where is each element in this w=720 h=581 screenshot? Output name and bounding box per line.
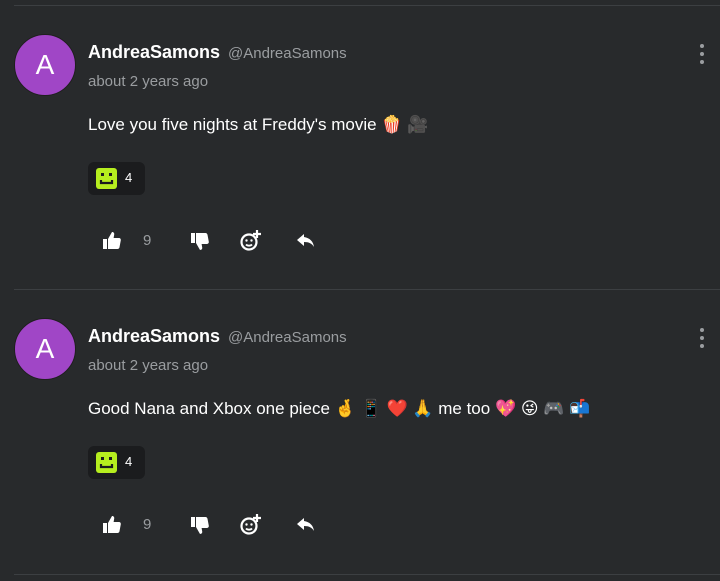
comment-text: Good Nana and Xbox one piece 🤞 📱 ❤️ 🙏 me… [88,399,591,418]
action-bar: 9 [100,229,330,259]
reaction-chip[interactable]: 4 [88,446,145,479]
square-smiley-icon [96,452,117,473]
add-reaction-icon[interactable] [238,513,262,537]
avatar[interactable]: A [14,318,76,380]
thumbs-up-icon[interactable] [100,513,124,537]
square-smiley-icon [96,168,117,189]
thumbs-up-icon[interactable] [100,229,124,253]
author-name[interactable]: AndreaSamons [88,42,220,63]
timestamp: about 2 years ago [88,357,209,374]
like-count: 9 [143,232,152,249]
reaction-count: 4 [125,454,133,469]
bottom-divider [14,574,720,575]
reply-icon[interactable] [294,229,318,253]
reaction-count: 4 [125,170,133,185]
comment-text: Love you five nights at Freddy's movie 🍿… [88,115,429,134]
like-count: 9 [143,516,152,533]
timestamp: about 2 years ago [88,73,209,90]
action-bar: 9 [100,513,330,543]
author-name[interactable]: AndreaSamons [88,326,220,347]
more-options-icon[interactable] [696,44,708,66]
thumbs-down-icon[interactable] [188,513,212,537]
reply-icon[interactable] [294,513,318,537]
reaction-chip[interactable]: 4 [88,162,145,195]
comment: A AndreaSamons @AndreaSamons about 2 yea… [0,5,720,289]
more-options-icon[interactable] [696,328,708,350]
comment: A AndreaSamons @AndreaSamons about 2 yea… [0,289,720,573]
author-handle[interactable]: @AndreaSamons [228,45,347,62]
add-reaction-icon[interactable] [238,229,262,253]
thumbs-down-icon[interactable] [188,229,212,253]
author-handle[interactable]: @AndreaSamons [228,329,347,346]
avatar[interactable]: A [14,34,76,96]
